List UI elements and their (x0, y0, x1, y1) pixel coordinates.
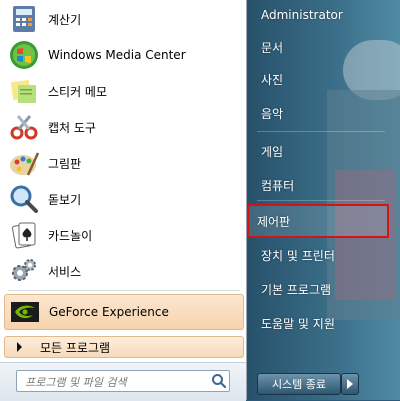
magnifier-icon (10, 185, 38, 213)
paint-icon (10, 152, 40, 176)
search-box (16, 370, 230, 392)
user-name-label: Administrator (261, 8, 343, 22)
right-separator (257, 200, 385, 201)
program-paint[interactable]: 그림판 (4, 146, 244, 180)
all-programs-button[interactable]: 모든 프로그램 (4, 336, 244, 358)
program-solitaire[interactable]: 카드놀이 (4, 218, 244, 252)
program-geforce-experience[interactable]: GeForce Experience (4, 294, 244, 330)
program-calculator[interactable]: 계산기 (4, 2, 244, 36)
program-label: Windows Media Center (48, 48, 186, 62)
calculator-icon (13, 6, 35, 32)
start-menu-left-pane: 계산기 Windows Media Center 스티커 메모 캡처 도구 그림… (0, 0, 247, 401)
right-item-computer[interactable]: 컴퓨터 (253, 172, 389, 198)
program-label: 스티커 메모 (48, 84, 108, 99)
program-label: 계산기 (48, 12, 82, 27)
right-separator (257, 131, 385, 132)
right-item-games[interactable]: 게임 (253, 138, 389, 164)
program-label: 서비스 (48, 264, 82, 279)
right-item-label: 음악 (261, 106, 284, 121)
shutdown-options-arrow-icon[interactable] (341, 373, 359, 395)
right-item-documents[interactable]: 문서 (253, 34, 389, 60)
program-label: 그림판 (48, 156, 82, 171)
program-windows-media-center[interactable]: Windows Media Center (4, 38, 244, 72)
triangle-right-icon (17, 342, 22, 352)
all-programs-label: 모든 프로그램 (40, 340, 111, 355)
geforce-experience-icon (11, 302, 39, 322)
program-sticky-notes[interactable]: 스티커 메모 (4, 74, 244, 108)
right-item-label: 컴퓨터 (261, 178, 295, 193)
right-item-default-programs[interactable]: 기본 프로그램 (253, 276, 389, 302)
sticky-notes-icon (10, 79, 36, 103)
right-item-pictures[interactable]: 사진 (253, 66, 389, 92)
right-item-devices-printers[interactable]: 장치 및 프린터 (253, 242, 389, 268)
services-icon (12, 259, 36, 281)
right-item-help-support[interactable]: 도움말 및 지원 (253, 310, 389, 336)
program-label: 캡처 도구 (48, 120, 96, 135)
windows-media-center-icon (10, 41, 38, 69)
search-area (0, 362, 246, 401)
program-separator (8, 290, 240, 291)
right-item-control-panel[interactable]: 제어판 (247, 204, 389, 238)
right-item-music[interactable]: 음악 (253, 100, 389, 126)
program-services[interactable]: 서비스 (4, 254, 244, 288)
user-name[interactable]: Administrator (253, 2, 389, 28)
program-magnifier[interactable]: 돋보기 (4, 182, 244, 216)
right-item-label: 게임 (261, 144, 284, 159)
search-input[interactable] (25, 373, 205, 392)
right-item-label: 문서 (261, 40, 284, 55)
program-label: GeForce Experience (49, 305, 169, 319)
program-label: 카드놀이 (48, 228, 93, 243)
right-item-label: 제어판 (257, 214, 291, 229)
right-item-label: 장치 및 프린터 (261, 248, 335, 263)
right-item-label: 도움말 및 지원 (261, 316, 335, 331)
search-icon[interactable] (211, 373, 227, 389)
program-snipping-tool[interactable]: 캡처 도구 (4, 110, 244, 144)
shutdown-label: 시스템 종료 (271, 378, 327, 391)
solitaire-icon (12, 222, 36, 249)
right-item-label: 사진 (261, 72, 284, 87)
shutdown-button[interactable]: 시스템 종료 (257, 373, 341, 395)
start-menu-right-pane: Administrator 문서 사진 음악 게임 컴퓨터 제어판 장치 및 프… (247, 0, 400, 400)
program-label: 돋보기 (48, 192, 82, 207)
right-item-label: 기본 프로그램 (261, 282, 332, 297)
snipping-tool-icon (10, 115, 38, 140)
